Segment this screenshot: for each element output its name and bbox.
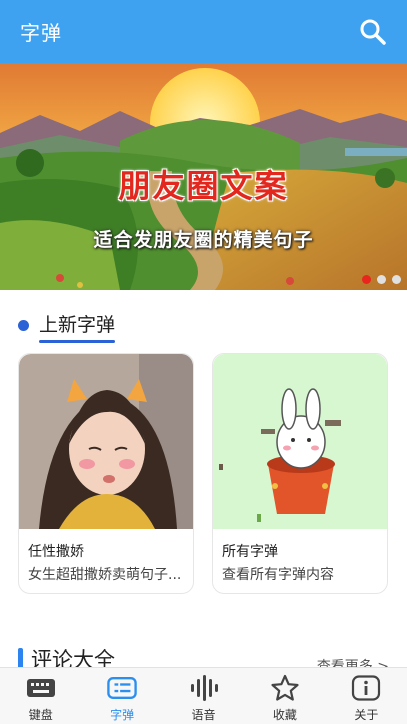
card-all[interactable]: 所有字弹 查看所有字弹内容	[212, 353, 388, 594]
app-title: 字弹	[20, 21, 62, 45]
tab-about[interactable]: 关于	[326, 668, 407, 724]
app-bar: 字弹	[0, 0, 407, 63]
tab-favorites[interactable]: 收藏	[244, 668, 325, 724]
carousel-dot[interactable]	[362, 275, 371, 284]
star-icon	[270, 674, 300, 702]
card-task[interactable]: 任性撒娇 女生超甜撒娇卖萌句子...	[18, 353, 194, 594]
tab-label: 关于	[354, 708, 379, 722]
tab-label: 键盘	[28, 708, 53, 722]
section-bullet	[18, 319, 29, 331]
tab-keyboard[interactable]: 键盘	[0, 668, 81, 724]
card-thumbnail	[213, 354, 387, 529]
banner-carousel[interactable]: 朋友圈文案 适合发朋友圈的精美句子	[0, 63, 407, 290]
banner-headline: 朋友圈文案	[118, 167, 289, 205]
carousel-dots	[362, 275, 401, 284]
tab-zidan[interactable]: 字弹	[81, 668, 162, 724]
carousel-dot[interactable]	[392, 275, 401, 284]
tab-label: 字弹	[110, 708, 135, 722]
tab-voice[interactable]: 语音	[163, 668, 244, 724]
tab-label: 语音	[191, 708, 216, 722]
new-section-header: 上新字弹	[18, 310, 116, 343]
banner-subline: 适合发朋友圈的精美句子	[93, 229, 314, 251]
card-desc: 查看所有字弹内容	[222, 567, 334, 583]
card-name: 所有字弹	[222, 544, 278, 560]
card-name: 任性撒娇	[28, 544, 84, 560]
search-icon[interactable]	[357, 16, 389, 48]
card-thumbnail	[19, 354, 193, 529]
keyboard-icon	[26, 674, 56, 702]
carousel-dot[interactable]	[377, 275, 386, 284]
section-title: 上新字弹	[39, 310, 116, 343]
tab-label: 收藏	[272, 708, 297, 722]
bottom-tab-bar: 键盘 字弹 语音 收藏 关于	[0, 667, 407, 724]
list-icon	[107, 674, 137, 702]
info-icon	[351, 674, 381, 702]
voice-wave-icon	[189, 674, 219, 702]
card-desc: 女生超甜撒娇卖萌句子...	[28, 567, 182, 583]
